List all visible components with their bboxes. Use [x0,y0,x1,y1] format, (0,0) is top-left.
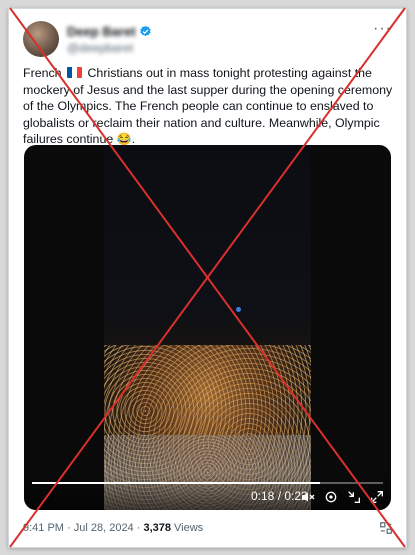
time-separator: / [274,489,285,503]
grok-icon[interactable] [379,521,393,535]
tweet-text-body: Christians out in mass tonight protestin… [23,66,393,146]
timestamp[interactable]: 9:41 PM · Jul 28, 2024 · [23,522,143,534]
volume-icon[interactable] [300,489,316,505]
tweet-text-start: French [23,66,62,80]
tweet-card: Deep Baret @deepbaret ··· French Christi… [8,8,407,548]
author-name-row[interactable]: Deep Baret [67,24,152,39]
elapsed-time: 0:18 [251,489,275,503]
france-flag-icon [67,67,83,78]
author-name[interactable]: Deep Baret [67,24,136,39]
video-frame[interactable] [104,145,311,510]
views-count: 3,378 [143,522,171,534]
progress-bar[interactable] [32,482,383,484]
tweet-meta: 9:41 PM · Jul 28, 2024 · 3,378 Views [23,522,203,534]
more-icon[interactable]: ··· [373,21,392,37]
progress-fill [32,482,320,484]
video-controls: 0:18 / 0:22 [24,474,391,510]
tweet-text: French Christians out in mass tonight pr… [23,65,395,148]
avatar[interactable] [23,21,59,57]
video-player[interactable]: 0:18 / 0:22 [24,145,391,510]
author-handle[interactable]: @deepbaret [67,41,133,55]
tweet-header: Deep Baret @deepbaret ··· [23,21,392,61]
settings-icon[interactable] [323,489,339,505]
verified-badge-icon [139,25,151,37]
views-label: Views [170,522,204,534]
tweet-text-end: . [131,132,136,146]
collapse-icon[interactable] [346,489,362,505]
blue-light [236,307,241,312]
fullscreen-icon[interactable] [369,489,385,505]
